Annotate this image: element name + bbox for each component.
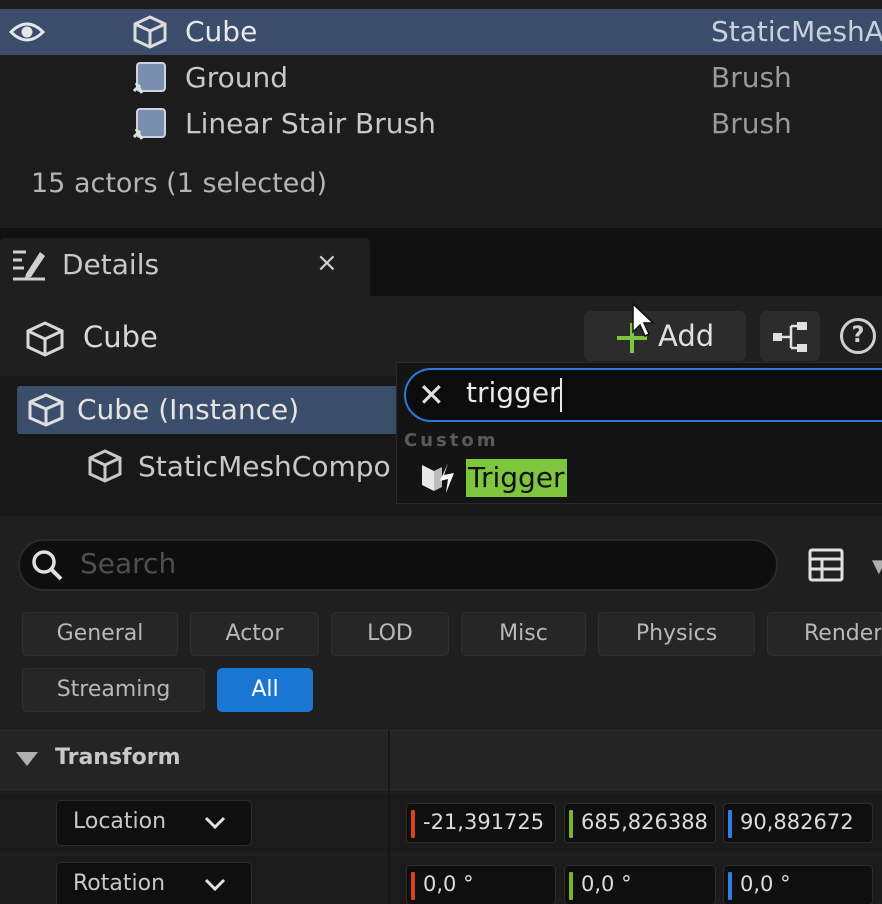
rotation-row: Rotation 0,0 ° 0,0 ° 0,0 °	[0, 856, 882, 904]
chevron-down-icon	[204, 816, 226, 830]
location-z-value: 90,882672	[740, 810, 854, 834]
axis-z-marker	[728, 872, 732, 900]
axis-x-marker	[411, 872, 415, 900]
filter-chip-misc[interactable]: Misc	[461, 612, 586, 656]
rotation-y-field[interactable]: 0,0 °	[564, 865, 716, 904]
filter-chip-physics[interactable]: Physics	[598, 612, 755, 656]
outliner-row-ground[interactable]: Ground Brush	[0, 55, 882, 101]
chevron-down-icon	[204, 878, 226, 892]
axis-y-marker	[569, 810, 573, 838]
details-icon	[13, 250, 45, 281]
location-y-value: 685,826388	[581, 810, 708, 834]
outliner-row-cube[interactable]: Cube StaticMeshA	[0, 9, 882, 55]
location-x-field[interactable]: -21,391725	[406, 803, 556, 843]
static-mesh-icon	[28, 393, 64, 427]
outliner-row-type: Brush	[711, 61, 792, 94]
search-placeholder: Search	[80, 547, 177, 580]
outliner-row-linear-stair-brush[interactable]: Linear Stair Brush Brush	[0, 101, 882, 147]
location-y-field[interactable]: 685,826388	[564, 803, 716, 843]
filter-chip-lod[interactable]: LOD	[331, 612, 449, 656]
axis-x-marker	[411, 810, 415, 838]
outliner-row-name: Ground	[185, 61, 288, 94]
filter-chip-all[interactable]: All	[217, 668, 313, 712]
outliner-row-name: Cube	[185, 15, 258, 48]
clear-search-icon[interactable]: ✕	[418, 376, 445, 414]
location-dropdown[interactable]: Location	[56, 800, 252, 846]
transform-label: Transform	[55, 745, 181, 770]
static-mesh-icon	[133, 15, 167, 49]
static-mesh-icon	[26, 321, 64, 357]
static-mesh-icon	[88, 449, 122, 483]
filter-chip-actor[interactable]: Actor	[190, 612, 319, 656]
outliner-row-type: StaticMeshA	[711, 15, 882, 48]
text-caret	[560, 378, 562, 412]
dropdown-category-label: Custom	[404, 430, 499, 451]
component-child-label[interactable]: StaticMeshCompo	[138, 450, 398, 483]
brush-icon	[132, 62, 166, 94]
filter-chip-rendering[interactable]: Renderi	[767, 612, 882, 656]
axis-y-marker	[569, 872, 573, 900]
outliner-row-type: Brush	[711, 107, 792, 140]
add-component-label: Add	[658, 319, 715, 353]
collapse-arrow-icon[interactable]	[16, 752, 38, 766]
location-x-value: -21,391725	[423, 810, 545, 834]
rotation-z-field[interactable]: 0,0 °	[723, 865, 873, 904]
filter-chip-general[interactable]: General	[22, 612, 178, 656]
component-root-label: Cube (Instance)	[77, 393, 300, 426]
add-component-search-value[interactable]: trigger	[466, 376, 561, 409]
close-icon[interactable]: ×	[316, 248, 338, 278]
grid-icon[interactable]	[808, 548, 844, 582]
column-divider[interactable]	[388, 730, 390, 904]
details-tab-label: Details	[62, 248, 160, 281]
brush-icon	[132, 108, 166, 140]
trigger-icon	[422, 463, 454, 493]
rotation-y-value: 0,0 °	[581, 872, 632, 896]
location-row: Location -21,391725 685,826388 90,882672	[0, 794, 882, 852]
rotation-x-value: 0,0 °	[423, 872, 474, 896]
rotation-z-value: 0,0 °	[740, 872, 791, 896]
search-icon	[32, 550, 63, 581]
tab-details[interactable]	[0, 238, 370, 296]
location-z-field[interactable]: 90,882672	[723, 803, 873, 843]
chevron-down-icon[interactable]: ▼	[872, 556, 882, 577]
actor-name: Cube	[83, 320, 158, 354]
eye-icon[interactable]	[9, 17, 45, 47]
help-icon[interactable]: ?	[840, 318, 876, 354]
axis-z-marker	[728, 810, 732, 838]
outliner-panel: Cube StaticMeshA Ground Brush Linear Sta…	[0, 0, 882, 228]
mouse-cursor-icon	[632, 302, 655, 338]
actor-count-status: 15 actors (1 selected)	[31, 168, 327, 199]
rotation-label: Rotation	[73, 871, 166, 896]
rotation-x-field[interactable]: 0,0 °	[406, 865, 556, 904]
filter-chip-streaming[interactable]: Streaming	[22, 668, 205, 712]
rotation-dropdown[interactable]: Rotation	[56, 862, 252, 904]
location-label: Location	[73, 809, 167, 834]
blueprint-icon	[773, 322, 807, 352]
dropdown-item-trigger[interactable]: Trigger	[466, 459, 567, 497]
outliner-row-name: Linear Stair Brush	[185, 107, 436, 140]
